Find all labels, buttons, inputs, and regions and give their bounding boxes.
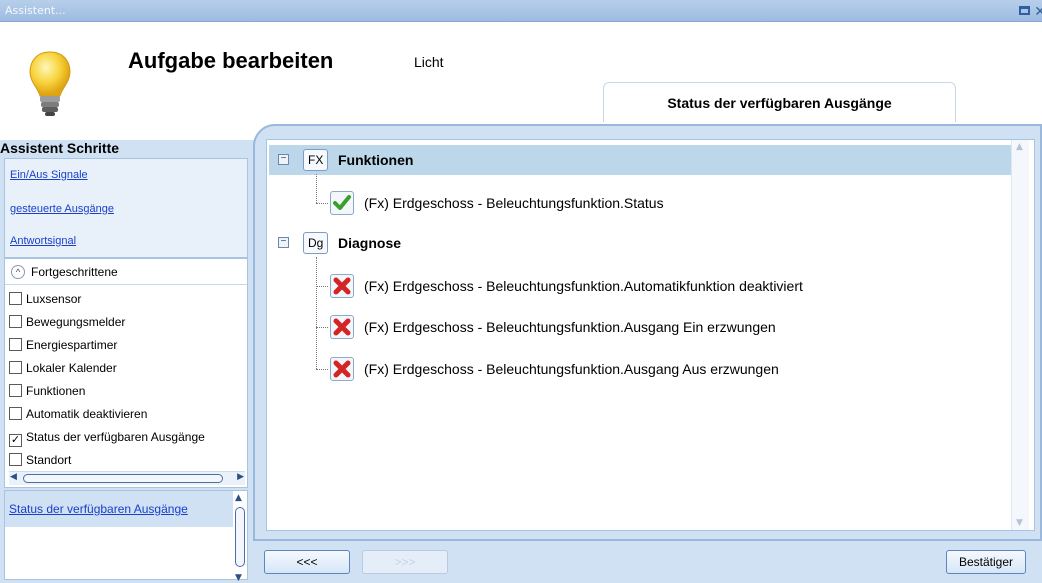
checkbox-location[interactable]: Standort bbox=[9, 450, 245, 470]
checkbox-icon[interactable] bbox=[9, 361, 22, 374]
horizontal-scrollbar[interactable]: ◀ ▶ bbox=[9, 471, 245, 485]
close-icon[interactable]: ✕ bbox=[1034, 1, 1042, 23]
item-label: (Fx) Erdgeschoss - Beleuchtungsfunktion.… bbox=[364, 278, 803, 294]
scroll-down-icon[interactable]: ▼ bbox=[1016, 518, 1023, 528]
step-link-response-signal[interactable]: Antwortsignal bbox=[10, 235, 76, 247]
back-button[interactable]: <<< bbox=[264, 550, 350, 574]
scroll-left-icon[interactable]: ◀ bbox=[10, 472, 17, 482]
next-button[interactable]: >>> bbox=[362, 550, 448, 574]
checkbox-icon[interactable] bbox=[9, 292, 22, 305]
checkbox-icon[interactable] bbox=[9, 407, 22, 420]
tree-vertical-scrollbar[interactable]: ▲ ▼ bbox=[1011, 140, 1029, 530]
scroll-up-icon[interactable]: ▲ bbox=[235, 493, 242, 503]
group-label: Diagnose bbox=[338, 235, 402, 251]
vertical-scrollbar[interactable]: ▲ ▼ bbox=[234, 493, 246, 583]
group-label: Funktionen bbox=[338, 152, 414, 168]
advanced-label: Fortgeschrittene bbox=[31, 265, 118, 279]
window-title-bar: Assistent... ✕ bbox=[0, 0, 1042, 22]
checkbox-icon[interactable] bbox=[9, 315, 22, 328]
checkbox-luxsensor[interactable]: Luxsensor bbox=[9, 289, 245, 309]
maximize-icon[interactable] bbox=[1019, 6, 1030, 15]
tree-item[interactable]: (Fx) Erdgeschoss - Beleuchtungsfunktion.… bbox=[269, 271, 1011, 301]
group-badge-dg: Dg bbox=[303, 232, 329, 254]
item-label: (Fx) Erdgeschoss - Beleuchtungsfunktion.… bbox=[364, 195, 664, 211]
scroll-right-icon[interactable]: ▶ bbox=[237, 472, 244, 482]
checkbox-icon[interactable] bbox=[9, 338, 22, 351]
tab-status[interactable]: Status der verfügbaren Ausgänge bbox=[603, 82, 956, 122]
error-icon bbox=[330, 315, 354, 339]
page-subtitle: Licht bbox=[414, 54, 444, 70]
item-label: (Fx) Erdgeschoss - Beleuchtungsfunktion.… bbox=[364, 361, 779, 377]
scrollbar-thumb[interactable] bbox=[235, 507, 245, 567]
light-bulb-icon bbox=[29, 51, 71, 116]
window-title: Assistent... bbox=[5, 4, 66, 17]
checkbox-energy-timer[interactable]: Energiespartimer bbox=[9, 335, 245, 355]
steps-list: Ein/Aus Signale gesteuerte Ausgänge Antw… bbox=[4, 158, 248, 258]
checkbox-disable-automatic[interactable]: Automatik deaktivieren bbox=[9, 404, 245, 424]
tree-item[interactable]: (Fx) Erdgeschoss - Beleuchtungsfunktion.… bbox=[269, 188, 1011, 218]
scrollbar-thumb[interactable] bbox=[23, 474, 223, 483]
tree-item[interactable]: (Fx) Erdgeschoss - Beleuchtungsfunktion.… bbox=[269, 312, 1011, 342]
outputs-tree: − FX Funktionen (Fx) Erdgeschoss - Beleu… bbox=[266, 139, 1035, 531]
step-link-controlled-outputs[interactable]: gesteuerte Ausgänge bbox=[10, 203, 114, 215]
collapse-icon[interactable]: − bbox=[278, 154, 289, 165]
error-icon bbox=[330, 274, 354, 298]
checkbox-checked-icon[interactable]: ✓ bbox=[9, 434, 22, 447]
group-badge-fx: FX bbox=[303, 149, 329, 171]
wizard-steps-panel: Assistent Schritte Ein/Aus Signale geste… bbox=[0, 140, 250, 583]
item-label: (Fx) Erdgeschoss - Beleuchtungsfunktion.… bbox=[364, 319, 776, 335]
collapse-icon[interactable]: − bbox=[278, 237, 289, 248]
checkbox-motion-detector[interactable]: Bewegungsmelder bbox=[9, 312, 245, 332]
step-link-on-off-signals[interactable]: Ein/Aus Signale bbox=[10, 169, 88, 181]
checkbox-local-calendar[interactable]: Lokaler Kalender bbox=[9, 358, 245, 378]
scroll-down-icon[interactable]: ▼ bbox=[235, 573, 242, 583]
tree-group-functions[interactable]: − FX Funktionen bbox=[269, 145, 1011, 175]
header: Aufgabe bearbeiten Licht Status der verf… bbox=[0, 22, 1042, 140]
collapse-icon[interactable]: ^ bbox=[11, 265, 25, 279]
scroll-up-icon[interactable]: ▲ bbox=[1016, 142, 1023, 152]
current-step-link[interactable]: Status der verfügbaren Ausgänge bbox=[5, 491, 233, 527]
advanced-header[interactable]: ^ Fortgeschrittene bbox=[5, 259, 247, 285]
checkbox-functions[interactable]: Funktionen bbox=[9, 381, 245, 401]
checkbox-output-status[interactable]: ✓ Status der verfügbaren Ausgänge bbox=[9, 427, 245, 447]
page-title: Aufgabe bearbeiten bbox=[128, 48, 334, 73]
check-icon bbox=[330, 191, 354, 215]
advanced-steps-list: ^ Fortgeschrittene Luxsensor Bewegungsme… bbox=[4, 258, 248, 488]
checkbox-icon[interactable] bbox=[9, 453, 22, 466]
checkbox-icon[interactable] bbox=[9, 384, 22, 397]
confirm-button[interactable]: Bestätiger bbox=[946, 550, 1026, 574]
tree-item[interactable]: (Fx) Erdgeschoss - Beleuchtungsfunktion.… bbox=[269, 354, 1011, 384]
error-icon bbox=[330, 357, 354, 381]
tree-group-diagnosis[interactable]: − Dg Diagnose bbox=[269, 228, 1011, 258]
current-step-box: Status der verfügbaren Ausgänge ▲ ▼ bbox=[4, 490, 248, 583]
wizard-steps-title: Assistent Schritte bbox=[0, 140, 120, 156]
